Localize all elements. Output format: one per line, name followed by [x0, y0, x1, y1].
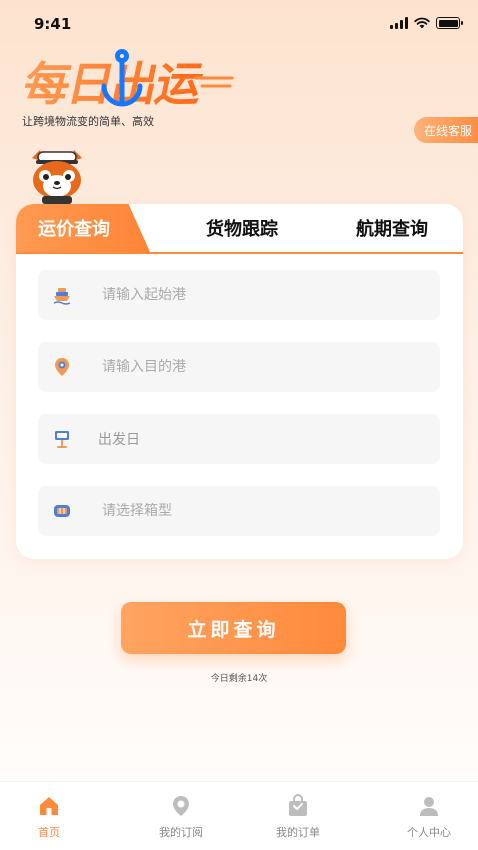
tabbar-item-orders[interactable]: 我的订单 [253, 794, 343, 840]
tab-sailing-schedule[interactable]: 航期查询 [332, 204, 452, 252]
shopping-bag-icon [289, 794, 307, 816]
search-card: 运价查询 货物跟踪 航期查询 请输入起始港 请输入目的港 出发日 请选择箱型 [16, 204, 463, 559]
user-icon [420, 797, 438, 816]
remaining-queries-text: 今日剩余14次 [210, 674, 268, 684]
tabbar-item-home[interactable]: 首页 [4, 794, 94, 840]
status-icons [390, 17, 463, 29]
subscription-pin-icon [173, 796, 189, 816]
search-tabs: 运价查询 货物跟踪 航期查询 [16, 204, 463, 252]
online-service-button[interactable]: 在线客服 [413, 117, 478, 143]
battery-icon [436, 17, 463, 29]
signal-icon [390, 17, 408, 29]
location-pin-icon [55, 358, 69, 376]
bottom-tab-bar: 首页 我的订阅 我的订单 个人中心 [0, 781, 478, 850]
tab-cargo-tracking[interactable]: 货物跟踪 [182, 204, 302, 252]
container-type-field[interactable] [38, 486, 440, 536]
tabbar-label-home: 首页 [38, 826, 60, 839]
origin-port-field[interactable] [38, 270, 440, 320]
ship-icon [53, 288, 71, 305]
origin-port-input[interactable] [102, 287, 402, 303]
container-type-select[interactable] [102, 503, 402, 519]
home-icon [40, 797, 58, 815]
brand-logo: 每日出运 [20, 49, 234, 110]
tabbar-item-subscriptions[interactable]: 我的订阅 [136, 794, 226, 840]
status-time: 9:41 [34, 15, 72, 33]
tabbar-label-orders: 我的订单 [276, 826, 320, 839]
mascot-illustration [32, 150, 82, 204]
departure-date-label: 出发日 [98, 432, 140, 448]
tabbar-item-profile[interactable]: 个人中心 [384, 794, 474, 840]
destination-port-field[interactable] [38, 342, 440, 392]
container-icon [54, 505, 70, 517]
wifi-icon [414, 17, 430, 29]
tab-freight-rate[interactable]: 运价查询 [16, 204, 150, 252]
brand-slogan: 让跨境物流变的简单、高效 [22, 115, 154, 128]
status-bar: 9:41 [0, 0, 478, 48]
query-now-button[interactable]: 立即查询 [121, 602, 346, 654]
tabbar-label-subscriptions: 我的订阅 [159, 826, 203, 839]
departure-date-field[interactable]: 出发日 [38, 414, 440, 464]
calendar-sign-icon [55, 431, 69, 448]
search-form: 出发日 [16, 252, 463, 559]
tabbar-label-profile: 个人中心 [407, 826, 451, 839]
destination-port-input[interactable] [102, 359, 402, 375]
